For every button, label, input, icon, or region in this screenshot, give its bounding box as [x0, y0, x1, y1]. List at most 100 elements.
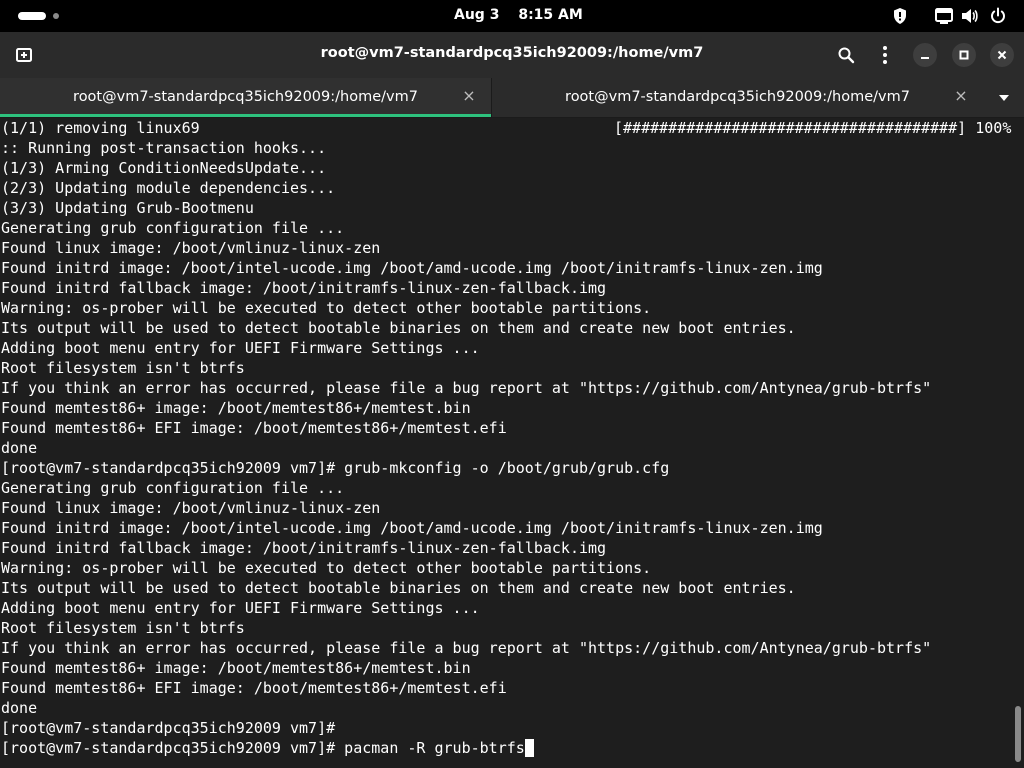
chevron-down-icon [999, 95, 1009, 101]
terminal-line: [root@vm7-standardpcq35ich92009 vm7]# gr… [0, 458, 1012, 478]
display-icon[interactable] [934, 6, 954, 26]
terminal-line-text: Found initrd image: /boot/intel-ucode.im… [1, 519, 823, 537]
search-button[interactable] [834, 43, 858, 67]
terminal-line-text: [root@vm7-standardpcq35ich92009 vm7]# pa… [1, 739, 525, 757]
terminal-line-text: Adding boot menu entry for UEFI Firmware… [1, 339, 480, 357]
terminal-line: Found memtest86+ EFI image: /boot/memtes… [0, 678, 1012, 698]
terminal-line: If you think an error has occurred, plea… [0, 378, 1012, 398]
terminal-line-text: Its output will be used to detect bootab… [1, 319, 796, 337]
terminal-line-text: Root filesystem isn't btrfs [1, 619, 245, 637]
privacy-shield-icon[interactable] [890, 6, 910, 26]
system-tray[interactable] [890, 6, 1010, 26]
terminal-output[interactable]: (1/1) removing linux69 [#################… [0, 118, 1012, 768]
tab-label: root@vm7-standardpcq35ich92009:/home/vm7 [73, 89, 418, 105]
window-titlebar[interactable]: root@vm7-standardpcq35ich92009:/home/vm7 [0, 32, 1024, 78]
terminal-line-text: If you think an error has occurred, plea… [1, 379, 932, 397]
terminal-line-text: (1/1) removing linux69 [1, 119, 200, 137]
terminal-line-text: (2/3) Updating module dependencies... [1, 179, 336, 197]
terminal-line: Warning: os-prober will be executed to d… [0, 298, 1012, 318]
terminal-line-text: If you think an error has occurred, plea… [1, 639, 932, 657]
terminal-cursor [524, 739, 534, 757]
terminal-line-text: done [1, 439, 38, 457]
minimize-icon [921, 57, 929, 59]
terminal-line-text: (3/3) Updating Grub-Bootmenu [1, 199, 254, 217]
workspace-indicator-active [18, 12, 46, 20]
active-tab-indicator [0, 114, 491, 117]
terminal-line-text: [root@vm7-standardpcq35ich92009 vm7]# [1, 719, 336, 737]
tab-1[interactable]: root@vm7-standardpcq35ich92009:/home/vm7… [0, 78, 491, 117]
terminal-line: [root@vm7-standardpcq35ich92009 vm7]# pa… [0, 738, 1012, 758]
terminal-line: Generating grub configuration file ... [0, 218, 1012, 238]
terminal-line-text: Found initrd fallback image: /boot/initr… [1, 539, 607, 557]
terminal-line: Found initrd image: /boot/intel-ucode.im… [0, 258, 1012, 278]
terminal-line: (1/1) removing linux69 [#################… [0, 118, 1012, 138]
clock-time: 8:15 AM [518, 7, 583, 23]
clock-date: Aug 3 [454, 7, 500, 23]
terminal-line: done [0, 438, 1012, 458]
progress-bar-text: [#####################################] [614, 119, 967, 137]
terminal-line-text: Found memtest86+ image: /boot/memtest86+… [1, 659, 471, 677]
tab-close-icon[interactable]: × [461, 88, 477, 104]
terminal-line-text: Root filesystem isn't btrfs [1, 359, 245, 377]
terminal-line: Found memtest86+ image: /boot/memtest86+… [0, 398, 1012, 418]
terminal-line: [root@vm7-standardpcq35ich92009 vm7]# [0, 718, 1012, 738]
menu-button[interactable] [873, 43, 897, 67]
tab-label: root@vm7-standardpcq35ich92009:/home/vm7 [565, 89, 910, 105]
terminal-line-text: Warning: os-prober will be executed to d… [1, 299, 652, 317]
terminal-line: (2/3) Updating module dependencies... [0, 178, 1012, 198]
terminal-line: Root filesystem isn't btrfs [0, 358, 1012, 378]
terminal-line: Found initrd fallback image: /boot/initr… [0, 278, 1012, 298]
terminal-line: Found linux image: /boot/vmlinuz-linux-z… [0, 238, 1012, 258]
tab-2[interactable]: root@vm7-standardpcq35ich92009:/home/vm7… [491, 78, 983, 117]
terminal-line: Found linux image: /boot/vmlinuz-linux-z… [0, 498, 1012, 518]
terminal-scrollbar[interactable] [1015, 706, 1021, 762]
terminal-line: Its output will be used to detect bootab… [0, 578, 1012, 598]
terminal-line: Adding boot menu entry for UEFI Firmware… [0, 338, 1012, 358]
tab-bar: root@vm7-standardpcq35ich92009:/home/vm7… [0, 78, 1024, 118]
terminal-line-text: Found memtest86+ EFI image: /boot/memtes… [1, 419, 507, 437]
terminal-line-text: Found initrd image: /boot/intel-ucode.im… [1, 259, 823, 277]
terminal-line-text: Found memtest86+ EFI image: /boot/memtes… [1, 679, 507, 697]
terminal-line-text: :: Running post-transaction hooks... [1, 139, 327, 157]
terminal-line: Generating grub configuration file ... [0, 478, 1012, 498]
terminal-line: done [0, 698, 1012, 718]
terminal-line: Warning: os-prober will be executed to d… [0, 558, 1012, 578]
power-icon[interactable] [988, 6, 1008, 26]
terminal-line-text: Found linux image: /boot/vmlinuz-linux-z… [1, 499, 381, 517]
terminal-line: (3/3) Updating Grub-Bootmenu [0, 198, 1012, 218]
tab-close-icon[interactable]: × [953, 88, 969, 104]
minimize-button[interactable] [913, 43, 937, 67]
terminal-line: If you think an error has occurred, plea… [0, 638, 1012, 658]
terminal-line: (1/3) Arming ConditionNeedsUpdate... [0, 158, 1012, 178]
terminal-line-text: Found linux image: /boot/vmlinuz-linux-z… [1, 239, 381, 257]
terminal-line: Found initrd image: /boot/intel-ucode.im… [0, 518, 1012, 538]
clock[interactable]: Aug 3 8:15 AM [454, 7, 583, 23]
system-top-bar: Aug 3 8:15 AM [0, 0, 1024, 32]
window-title: root@vm7-standardpcq35ich92009:/home/vm7 [320, 45, 704, 61]
terminal-line: Its output will be used to detect bootab… [0, 318, 1012, 338]
terminal-line-text: Warning: os-prober will be executed to d… [1, 559, 652, 577]
terminal-line-text: done [1, 699, 38, 717]
terminal-line-text: (1/3) Arming ConditionNeedsUpdate... [1, 159, 327, 177]
volume-icon[interactable] [960, 6, 980, 26]
progress-percent: 100% [975, 119, 1012, 137]
terminal-line: Found memtest86+ image: /boot/memtest86+… [0, 658, 1012, 678]
terminal-line: Adding boot menu entry for UEFI Firmware… [0, 598, 1012, 618]
terminal-line: Root filesystem isn't btrfs [0, 618, 1012, 638]
workspace-indicator-inactive [53, 13, 59, 19]
progress-indicator: [#####################################] … [614, 118, 1011, 138]
terminal-line: Found memtest86+ EFI image: /boot/memtes… [0, 418, 1012, 438]
search-icon [838, 47, 855, 64]
terminal-line-text: [root@vm7-standardpcq35ich92009 vm7]# gr… [1, 459, 670, 477]
terminal-line-text: Found memtest86+ image: /boot/memtest86+… [1, 399, 471, 417]
terminal-line-text: Adding boot menu entry for UEFI Firmware… [1, 599, 480, 617]
terminal-line-text: Generating grub configuration file ... [1, 219, 345, 237]
close-icon [997, 50, 1007, 60]
close-window-button[interactable] [990, 43, 1014, 67]
maximize-button[interactable] [952, 43, 976, 67]
maximize-icon [959, 50, 969, 60]
tab-overview-button[interactable] [992, 90, 1016, 106]
terminal-line-text: Its output will be used to detect bootab… [1, 579, 796, 597]
terminal-line-text: Found initrd fallback image: /boot/initr… [1, 279, 607, 297]
terminal-line: :: Running post-transaction hooks... [0, 138, 1012, 158]
